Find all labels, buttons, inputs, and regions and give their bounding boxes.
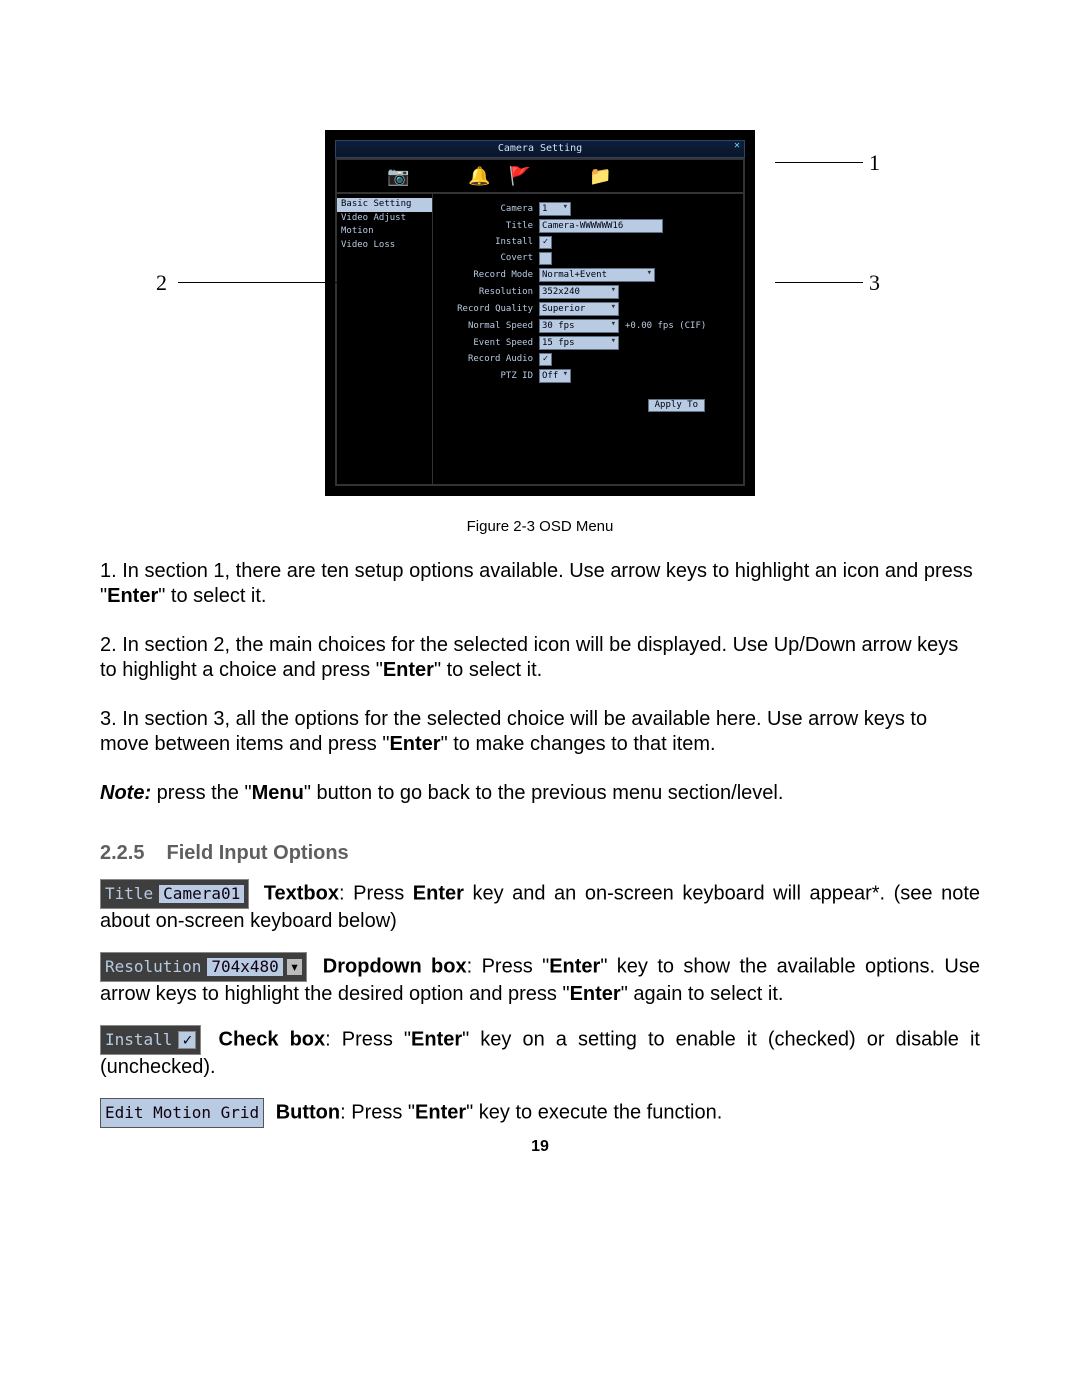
window-titlebar: Camera Setting ✕ [335, 140, 745, 158]
recq-label: Record Quality [437, 305, 533, 314]
nspd-label: Normal Speed [437, 322, 533, 331]
title-label: Title [437, 222, 533, 231]
note-paragraph: Note: press the "Menu" button to go back… [100, 781, 980, 806]
espd-label: Event Speed [437, 339, 533, 348]
recmode-dropdown[interactable]: Normal+Event [539, 268, 655, 282]
title-textbox[interactable]: Camera-WWWWWW16 [539, 219, 663, 233]
callout-1: 1 [869, 150, 880, 176]
example-dropdown: Resolution704x480▾ [100, 952, 307, 982]
camera-label: Camera [437, 205, 533, 214]
install-checkbox[interactable]: ✓ [539, 236, 552, 249]
monitor-icon[interactable]: 🖥 [629, 164, 653, 188]
flag-icon[interactable]: 🚩 [508, 164, 532, 188]
example-textbox: TitleCamera01 [100, 879, 249, 909]
leader-line [178, 282, 343, 283]
callout-2: 2 [156, 270, 167, 296]
check-icon: ✓ [178, 1031, 196, 1049]
apply-to-button[interactable]: Apply To [648, 399, 705, 412]
window-title: Camera Setting [498, 144, 582, 154]
close-icon[interactable]: ✕ [734, 141, 740, 151]
nspd-extra: +0.00 fps (CIF) [625, 322, 706, 331]
example-checkbox: Install✓ [100, 1025, 201, 1055]
network-icon[interactable]: 🖧 [548, 164, 572, 188]
res-dropdown[interactable]: 352x240 [539, 285, 619, 299]
settings-form: Camera 1 Title Camera-WWWWWW16 Install ✓ Co… [433, 194, 743, 484]
covert-label: Covert [437, 254, 533, 263]
covert-checkbox[interactable] [539, 252, 552, 265]
sidebar-item-video-loss[interactable]: Video Loss [337, 239, 432, 253]
callout-3: 3 [869, 270, 880, 296]
page-number: 19 [0, 1138, 1080, 1156]
res-label: Resolution [437, 288, 533, 297]
osd-screenshot: Camera Setting ✕ ✧ 📷 🎞 🔔 🚩 🖧 📁 🖥 ⚙ ℹ Bas… [325, 130, 755, 496]
leader-line [775, 162, 863, 163]
raudio-label: Record Audio [437, 355, 533, 364]
button-explain: Edit Motion Grid Button: Press "Enter" k… [100, 1098, 980, 1128]
paragraph-3: 3. In section 3, all the options for the… [100, 707, 980, 757]
wand-icon[interactable]: ✧ [346, 164, 370, 188]
sidebar-item-video-adjust[interactable]: Video Adjust [337, 212, 432, 226]
example-button: Edit Motion Grid [100, 1098, 264, 1128]
raudio-checkbox[interactable]: ✓ [539, 353, 552, 366]
bell-icon[interactable]: 🔔 [467, 164, 491, 188]
leader-line [775, 282, 863, 283]
reel-icon[interactable]: 🎞 [427, 164, 451, 188]
checkbox-explain: Install✓ Check box: Press "Enter" key on… [100, 1025, 980, 1080]
gear-icon[interactable]: ⚙ [669, 164, 693, 188]
ptz-label: PTZ ID [437, 372, 533, 381]
install-label: Install [437, 238, 533, 247]
folder-icon[interactable]: 📁 [589, 164, 613, 188]
ptz-dropdown[interactable]: Off [539, 369, 571, 383]
chevron-down-icon: ▾ [287, 959, 303, 975]
paragraph-1: 1. In section 1, there are ten setup opt… [100, 559, 980, 609]
camera-icon[interactable]: 📷 [387, 164, 411, 188]
dropdown-explain: Resolution704x480▾ Dropdown box: Press "… [100, 952, 980, 1007]
toolbar: ✧ 📷 🎞 🔔 🚩 🖧 📁 🖥 ⚙ ℹ [335, 158, 745, 194]
sidebar-item-basic[interactable]: Basic Setting [337, 198, 432, 212]
sidebar-item-motion[interactable]: Motion [337, 225, 432, 239]
paragraph-2: 2. In section 2, the main choices for th… [100, 633, 980, 683]
sidebar: Basic Setting Video Adjust Motion Video … [337, 194, 433, 484]
camera-dropdown[interactable]: 1 [539, 202, 571, 216]
info-icon[interactable]: ℹ [710, 164, 734, 188]
recq-dropdown[interactable]: Superior [539, 302, 619, 316]
recmode-label: Record Mode [437, 271, 533, 280]
section-heading: 2.2.5Field Input Options [100, 842, 980, 865]
textbox-explain: TitleCamera01 Textbox: Press Enter key a… [100, 879, 980, 934]
nspd-dropdown[interactable]: 30 fps [539, 319, 619, 333]
figure-caption: Figure 2-3 OSD Menu [100, 518, 980, 535]
espd-dropdown[interactable]: 15 fps [539, 336, 619, 350]
